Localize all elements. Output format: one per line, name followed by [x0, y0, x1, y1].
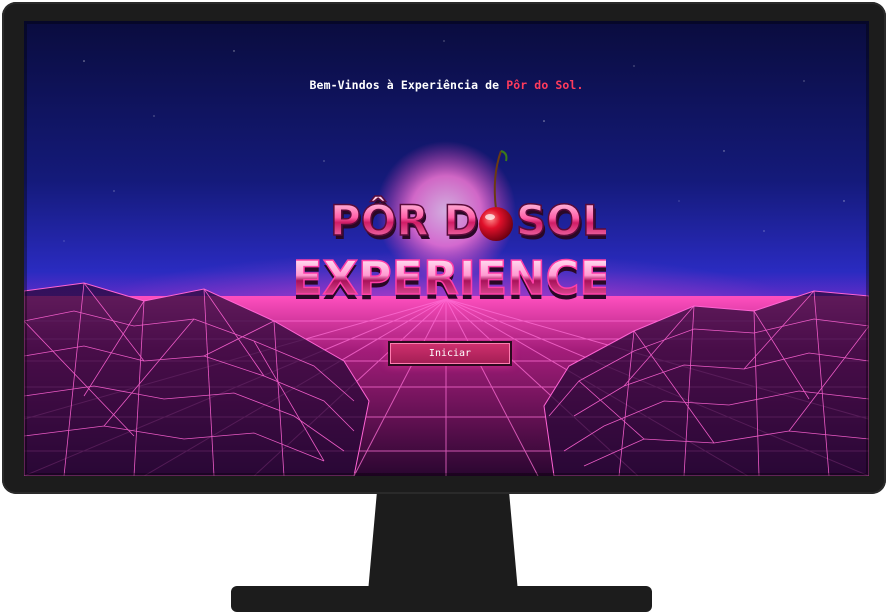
logo-line1-left: PÔR D: [330, 195, 478, 245]
monitor-base: [231, 586, 652, 612]
por-do-sol-experience-logo: PÔR D PÔR D SOL SOL EXPERIENCE EXPERIENC…: [296, 150, 606, 306]
welcome-highlight: Pôr do Sol.: [506, 78, 584, 92]
monitor-bezel: Bem-Vindos à Experiência de Pôr do Sol.: [2, 2, 886, 494]
logo-line2: EXPERIENCE: [296, 251, 606, 305]
welcome-message: Bem-Vindos à Experiência de Pôr do Sol.: [24, 78, 869, 92]
logo-line1-right: SOL: [516, 196, 606, 245]
app-screen: Bem-Vindos à Experiência de Pôr do Sol.: [24, 21, 869, 476]
welcome-prefix: Bem-Vindos à Experiência de: [309, 78, 500, 92]
start-button[interactable]: Iniciar: [388, 341, 512, 366]
cherry-icon: [479, 150, 513, 241]
